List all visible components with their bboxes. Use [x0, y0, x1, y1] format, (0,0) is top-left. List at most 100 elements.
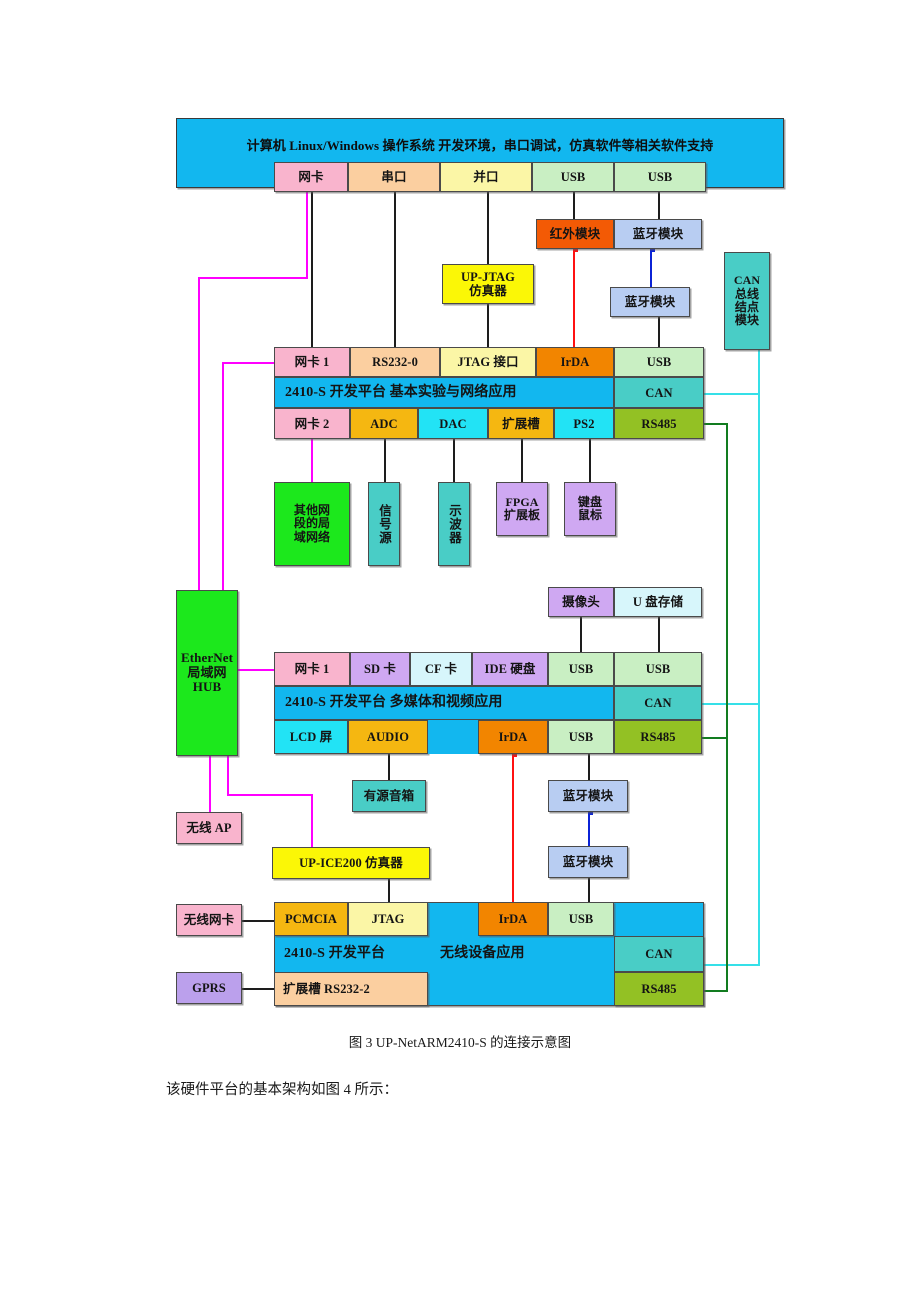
- p2-port-nic1-label: 网卡 1: [294, 662, 330, 676]
- line-p1-dac-to-oscilloscope: [453, 439, 455, 482]
- p1-platform-title-label: 2410-S 开发平台 基本实验与网络应用: [285, 384, 517, 400]
- p1-port-ps2-label: PS2: [573, 416, 595, 431]
- p1-port-adc-label: ADC: [370, 416, 398, 431]
- line-host-nic-down: [306, 192, 308, 277]
- ethernet-hub-label: EtherNet 局域网 HUB: [180, 650, 234, 695]
- host-port-usb-1-label: USB: [560, 170, 586, 184]
- p1-port-nic1: 网卡 1: [274, 347, 350, 377]
- p2-port-nic1: 网卡 1: [274, 652, 350, 686]
- p2-port-usb-bottom-label: USB: [568, 730, 594, 744]
- p2-platform-title-label: 2410-S 开发平台 多媒体和视频应用: [285, 695, 503, 711]
- p2-port-ide-hdd-label: IDE 硬盘: [484, 662, 536, 676]
- p1-port-nic2: 网卡 2: [274, 408, 350, 439]
- bluetooth-module-second: 蓝牙模块: [610, 287, 690, 317]
- line-p2-audio-to-speaker: [388, 754, 390, 780]
- p3-port-irda: IrDA: [478, 902, 548, 936]
- p2-port-usb-1: USB: [548, 652, 614, 686]
- can-bus-node-module: CAN 总线 结点 模块: [724, 252, 770, 350]
- p1-peripheral-other-lan-label: 其他网 段的局 域网络: [293, 502, 331, 544]
- p1-peripheral-keyboard-mouse: 键盘 鼠标: [564, 482, 616, 536]
- p2-port-audio: AUDIO: [348, 720, 428, 754]
- host-computer-title: 计算机 Linux/Windows 操作系统 开发环境，串口调试，仿真软件等相关…: [246, 138, 714, 153]
- line-usbstorage-to-p2-usb2: [658, 617, 660, 652]
- p2-platform-body-filler: [428, 720, 478, 754]
- p1-port-rs485: RS485: [614, 408, 704, 439]
- p3-left-gprs-label: GPRS: [192, 981, 226, 995]
- p3-port-pcmcia: PCMCIA: [274, 902, 348, 936]
- p2-can-port-label: CAN: [644, 696, 672, 710]
- p1-port-irda: IrDA: [536, 347, 614, 377]
- p1-port-dac: DAC: [418, 408, 488, 439]
- p2-port-ide-hdd: IDE 硬盘: [472, 652, 548, 686]
- ethernet-hub: EtherNet 局域网 HUB: [176, 590, 238, 756]
- p1-peripheral-oscilloscope-label: 示波器: [447, 503, 461, 545]
- p3-platform-title-left-label: 2410-S 开发平台: [284, 946, 386, 962]
- p1-port-ps2: PS2: [554, 408, 614, 439]
- p1-port-usb-label: USB: [646, 355, 672, 369]
- p1-port-jtag-label: JTAG 接口: [457, 355, 519, 369]
- p3-rs485-port: RS485: [614, 972, 704, 1006]
- infrared-module-top: 红外模块: [536, 219, 614, 249]
- p2-below-speaker: 有源音箱: [352, 780, 426, 812]
- bluetooth-module-top-label: 蓝牙模块: [632, 227, 684, 241]
- up-ice200-emulator: UP-ICE200 仿真器: [272, 847, 430, 879]
- host-port-parallel-label: 并口: [473, 170, 499, 184]
- line-can-node-down: [758, 350, 760, 966]
- host-port-usb-2-label: USB: [647, 170, 673, 184]
- p2-port-audio-label: AUDIO: [366, 730, 410, 744]
- line-rs485-bus: [726, 423, 728, 990]
- line-hub-to-p2-nic1: [238, 669, 276, 671]
- line-p2-usb-to-bluetooth: [588, 754, 590, 780]
- p1-port-expansion-slot: 扩展槽: [488, 408, 554, 439]
- bluetooth-module-top: 蓝牙模块: [614, 219, 702, 249]
- line-p1-nic1-left: [222, 362, 276, 364]
- line-p2-bt2-to-p3-usb: [588, 878, 590, 902]
- line-host-usb1-to-ir: [573, 192, 575, 219]
- line-host-parallel-to-upjtag: [487, 192, 489, 264]
- line-camera-to-p2-usb1: [580, 617, 582, 652]
- p2-port-cf-card: CF 卡: [410, 652, 472, 686]
- host-port-usb-1: USB: [532, 162, 614, 192]
- line-p2-bt1-to-bt2: [588, 812, 590, 846]
- p2-above-usb-storage: U 盘存储: [614, 587, 702, 617]
- p1-port-jtag: JTAG 接口: [440, 347, 536, 377]
- p1-port-usb: USB: [614, 347, 704, 377]
- line-host-serial-dashed: [311, 192, 313, 347]
- p3-port-usb: USB: [548, 902, 614, 936]
- host-port-nic-label: 网卡: [298, 170, 324, 184]
- p1-peripheral-fpga-board-label: FPGA 扩展板: [503, 494, 541, 522]
- p1-peripheral-oscilloscope: 示波器: [438, 482, 470, 566]
- bluetooth-module-second-label: 蓝牙模块: [624, 295, 676, 309]
- p2-above-camera-label: 摄像头: [562, 595, 600, 609]
- line-hub-right-to-ice: [227, 794, 311, 796]
- line-p1-nic2-to-otherlan: [311, 439, 313, 482]
- p1-port-nic1-label: 网卡 1: [294, 355, 330, 369]
- line-can-node-to-p1: [704, 393, 760, 395]
- p2-port-lcd-label: LCD 屏: [289, 730, 333, 744]
- p2-below-bluetooth-1: 蓝牙模块: [548, 780, 628, 812]
- p1-port-irda-label: IrDA: [560, 355, 590, 369]
- line-p1-nic1-to-hub: [222, 362, 224, 592]
- p3-left-wireless-nic-label: 无线网卡: [183, 913, 235, 927]
- can-bus-node-module-label: CAN 总线 结点 模块: [733, 273, 761, 328]
- line-gprs-to-expansion-slot: [242, 988, 276, 990]
- line-p2-irda-down: [512, 754, 514, 902]
- p3-can-port-label: CAN: [645, 947, 673, 961]
- p3-left-gprs: GPRS: [176, 972, 242, 1004]
- p2-port-rs485-label: RS485: [640, 730, 676, 744]
- p1-port-adc: ADC: [350, 408, 418, 439]
- line-hub-to-wireless-ap: [209, 756, 211, 812]
- wireless-ap: 无线 AP: [176, 812, 242, 844]
- p2-port-sd-card-label: SD 卡: [363, 662, 396, 676]
- p3-port-pcmcia-label: PCMCIA: [285, 912, 337, 926]
- p3-platform-title-left: 2410-S 开发平台: [274, 936, 434, 972]
- p1-port-expansion-slot-label: 扩展槽: [502, 416, 540, 431]
- p3-port-expansion-rs232-2-label: 扩展槽 RS232-2: [283, 982, 370, 996]
- line-host-nic-to-hub: [198, 277, 200, 592]
- p1-can-port: CAN: [614, 377, 704, 408]
- p1-port-rs485-label: RS485: [641, 416, 677, 431]
- p2-port-irda-label: IrDA: [498, 730, 528, 744]
- p1-peripheral-signal-source-label: 信号源: [377, 503, 391, 545]
- line-bt-second-to-p1-usb: [658, 317, 660, 347]
- p3-port-jtag-label: JTAG: [371, 912, 405, 926]
